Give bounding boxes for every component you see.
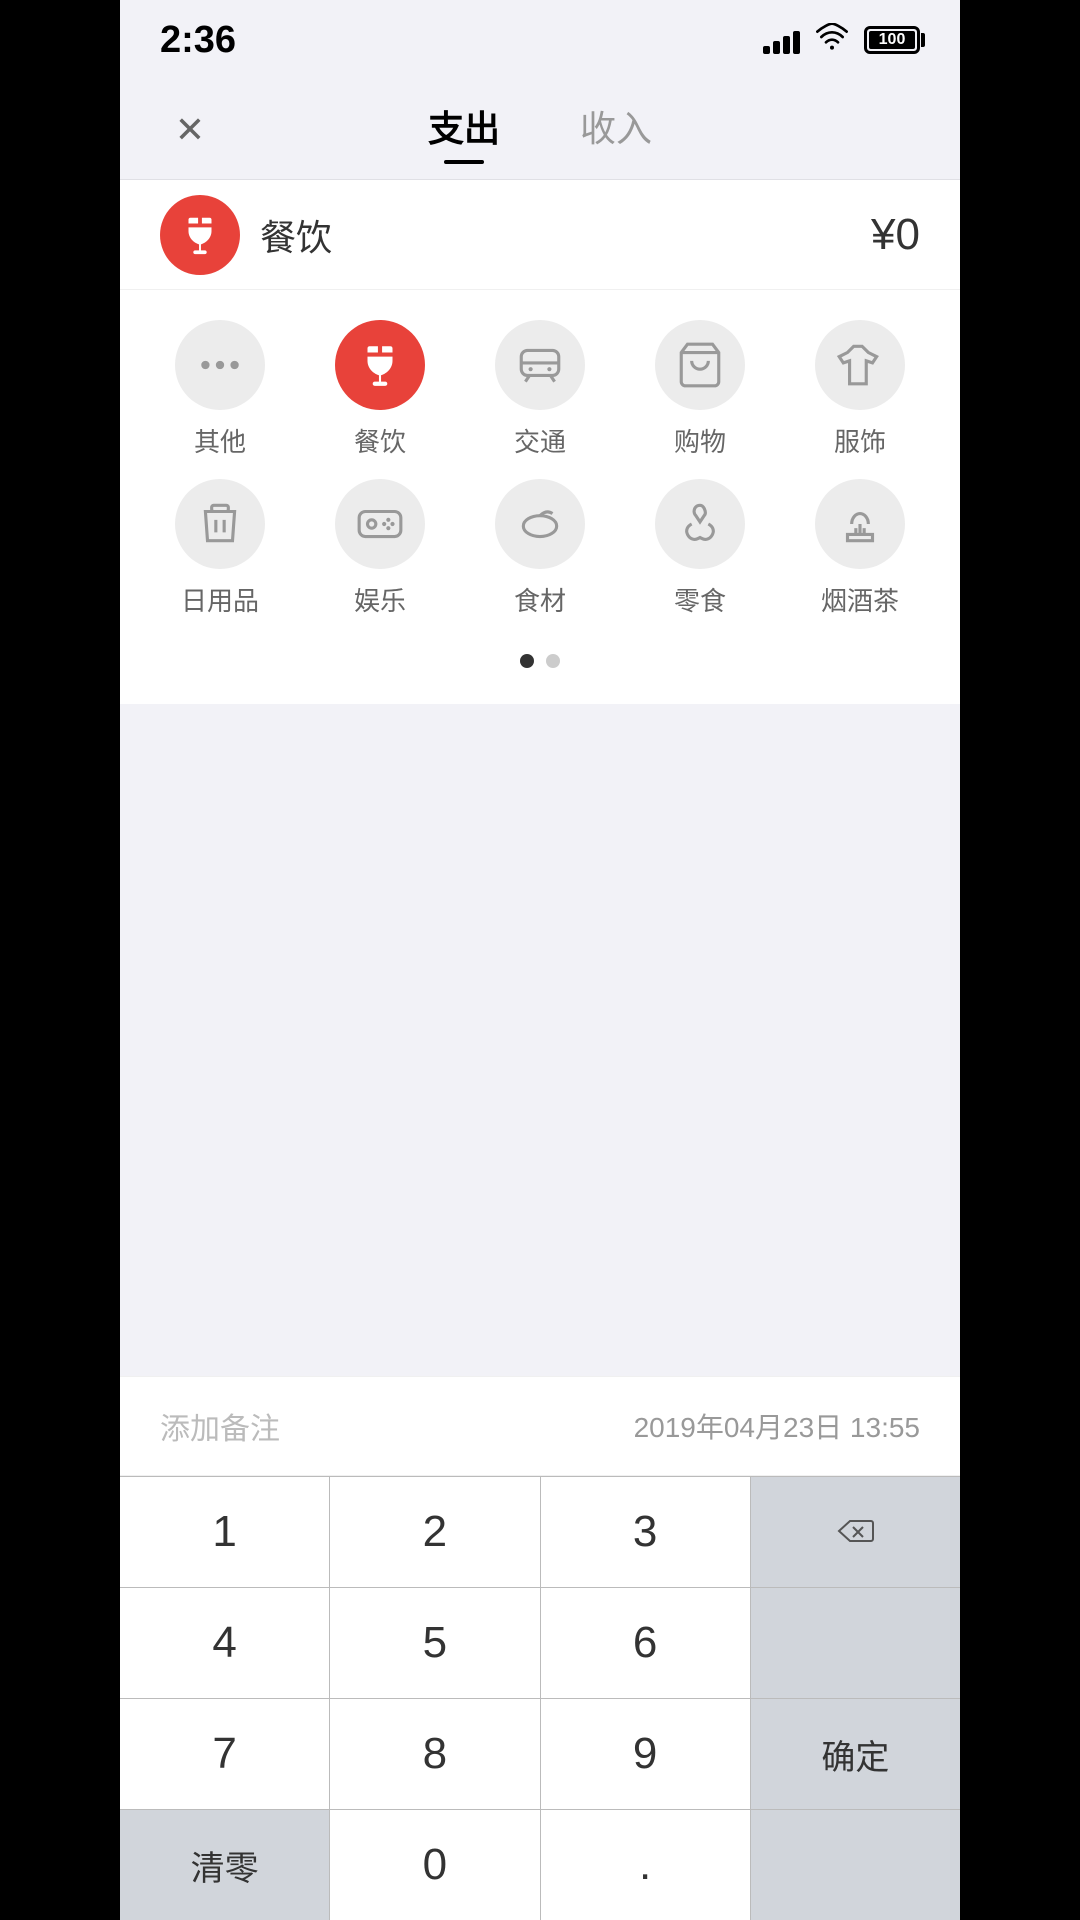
status-time: 2:36 (160, 19, 236, 62)
daily-label: 日用品 (181, 581, 259, 618)
dot-1 (520, 654, 534, 668)
snack-label: 零食 (674, 581, 726, 618)
dot-2 (546, 654, 560, 668)
key-0[interactable]: 0 (330, 1810, 540, 1920)
amount-display: ¥0 (871, 210, 920, 260)
daily-icon (175, 479, 265, 569)
category-row-2: 日用品 娱乐 食材 零食 (140, 479, 940, 618)
close-icon: ✕ (175, 109, 205, 151)
tobacco-icon (815, 479, 905, 569)
key-dot[interactable]: . (541, 1810, 751, 1920)
category-item-entertainment[interactable]: 娱乐 (310, 479, 450, 618)
clothing-label: 服饰 (834, 422, 886, 459)
category-row-1: 其他 餐饮 交通 (140, 320, 940, 459)
wifi-icon (816, 23, 848, 58)
category-item-dining[interactable]: 餐饮 (310, 320, 450, 459)
keyboard-row-1: 1 2 3 (120, 1476, 960, 1587)
clothing-icon (815, 320, 905, 410)
key-5[interactable]: 5 (330, 1588, 540, 1698)
key-6[interactable]: 6 (541, 1588, 751, 1698)
snack-icon (655, 479, 745, 569)
category-info: 餐饮 (160, 195, 332, 275)
close-button[interactable]: ✕ (160, 100, 220, 160)
keyboard: 1 2 3 4 5 6 7 8 9 (120, 1476, 960, 1920)
category-item-shopping[interactable]: 购物 (630, 320, 770, 459)
note-input[interactable]: 添加备注 (160, 1404, 280, 1448)
signal-icon (763, 26, 800, 54)
date-display: 2019年04月23日 13:55 (634, 1406, 920, 1446)
ingredients-icon (495, 479, 585, 569)
tab-expense[interactable]: 支出 (428, 100, 500, 160)
note-bar: 添加备注 2019年04月23日 13:55 (120, 1376, 960, 1476)
tobacco-label: 烟酒茶 (821, 581, 899, 618)
ingredients-label: 食材 (514, 581, 566, 618)
battery-icon: 100 (864, 26, 920, 54)
transport-icon (495, 320, 585, 410)
transport-label: 交通 (514, 422, 566, 459)
category-item-clothing[interactable]: 服饰 (790, 320, 930, 459)
other-icon (175, 320, 265, 410)
key-confirm[interactable]: 确定 (751, 1699, 960, 1809)
category-item-tobacco[interactable]: 烟酒茶 (790, 479, 930, 618)
key-4[interactable]: 4 (120, 1588, 330, 1698)
key-clear[interactable]: 清零 (120, 1810, 330, 1920)
status-icons: 100 (763, 23, 920, 58)
category-item-other[interactable]: 其他 (150, 320, 290, 459)
tabs: 支出 收入 (428, 100, 652, 160)
entertainment-icon (335, 479, 425, 569)
key-empty-1 (751, 1588, 960, 1698)
key-2[interactable]: 2 (330, 1477, 540, 1587)
key-9[interactable]: 9 (541, 1699, 751, 1809)
dining-icon (335, 320, 425, 410)
category-item-ingredients[interactable]: 食材 (470, 479, 610, 618)
key-3[interactable]: 3 (541, 1477, 751, 1587)
keyboard-row-4: 清零 0 . (120, 1809, 960, 1920)
key-backspace[interactable] (751, 1477, 960, 1587)
category-item-snack[interactable]: 零食 (630, 479, 770, 618)
selected-category-icon (160, 195, 240, 275)
other-label: 其他 (194, 422, 246, 459)
key-8[interactable]: 8 (330, 1699, 540, 1809)
shopping-icon (655, 320, 745, 410)
dining-label: 餐饮 (354, 422, 406, 459)
empty-area (120, 704, 960, 1376)
tab-income[interactable]: 收入 (580, 100, 652, 160)
category-grid: 其他 餐饮 交通 (120, 290, 960, 704)
header: ✕ 支出 收入 (120, 80, 960, 180)
pagination-dots (140, 638, 940, 684)
backspace-icon (835, 1507, 875, 1557)
shopping-label: 购物 (674, 422, 726, 459)
keyboard-row-3: 7 8 9 确定 (120, 1698, 960, 1809)
entertainment-label: 娱乐 (354, 581, 406, 618)
category-item-transport[interactable]: 交通 (470, 320, 610, 459)
key-empty-2 (751, 1810, 960, 1920)
selected-category-name: 餐饮 (260, 209, 332, 261)
key-1[interactable]: 1 (120, 1477, 330, 1587)
key-7[interactable]: 7 (120, 1699, 330, 1809)
category-header: 餐饮 ¥0 (120, 180, 960, 290)
category-item-daily[interactable]: 日用品 (150, 479, 290, 618)
keyboard-row-2: 4 5 6 (120, 1587, 960, 1698)
status-bar: 2:36 100 (120, 0, 960, 80)
